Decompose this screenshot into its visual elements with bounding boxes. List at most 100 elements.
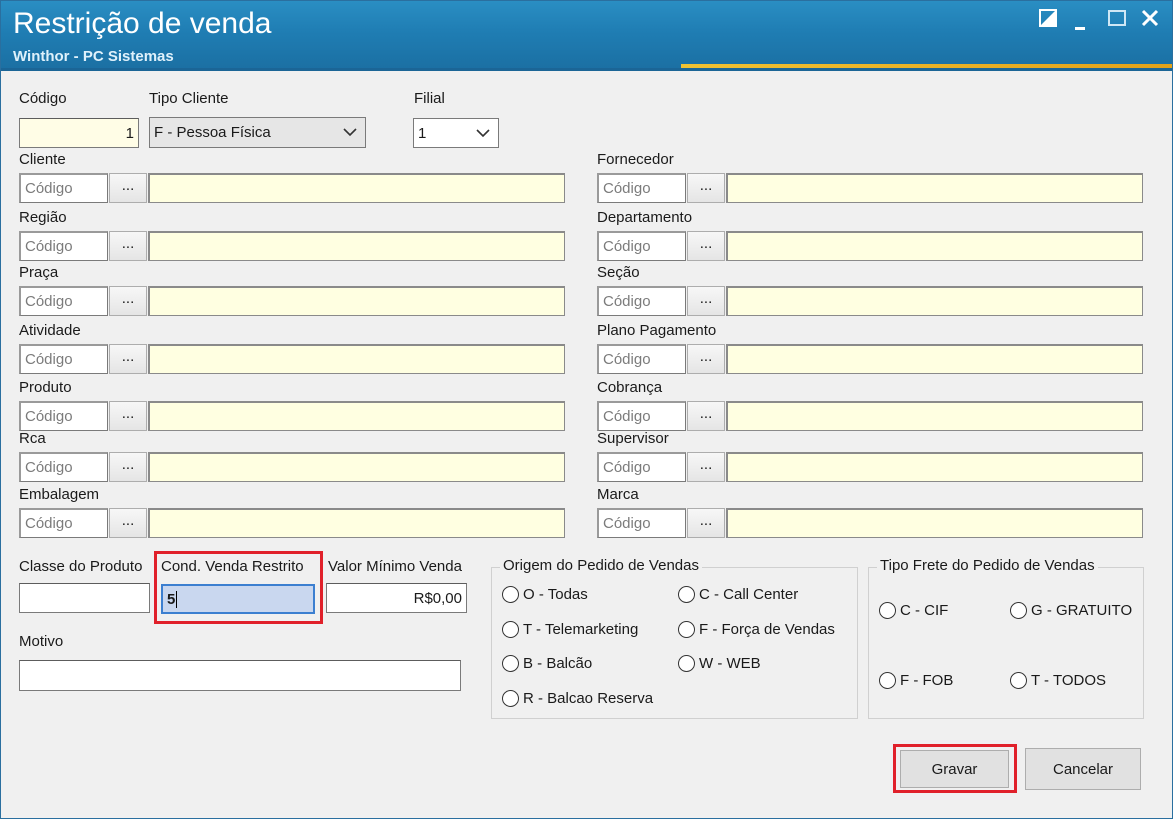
right-code-input-5[interactable]: Código [597, 452, 686, 482]
right-description-field-4 [726, 401, 1143, 431]
radio-circle-icon [1010, 672, 1027, 689]
motivo-input[interactable] [19, 660, 461, 691]
highlight-cond-venda [154, 551, 323, 624]
right-code-input-0[interactable]: Código [597, 173, 686, 203]
left-label-0: Cliente [19, 151, 66, 168]
frete-option-1[interactable]: G - GRATUITO [1010, 602, 1132, 619]
radio-circle-icon [502, 690, 519, 707]
right-lookup-button-1[interactable]: ... [687, 231, 725, 261]
left-code-input-4[interactable]: Código [19, 401, 108, 431]
origem-option-0[interactable]: O - Todas [502, 586, 588, 603]
right-description-field-0 [726, 173, 1143, 203]
window-subtitle: Winthor - PC Sistemas [13, 48, 174, 65]
right-code-input-4[interactable]: Código [597, 401, 686, 431]
tipo-cliente-label: Tipo Cliente [149, 90, 229, 107]
left-label-4: Produto [19, 379, 72, 396]
left-lookup-button-5[interactable]: ... [109, 452, 147, 482]
origem-option-5[interactable]: W - WEB [678, 655, 761, 672]
origem-title: Origem do Pedido de Vendas [500, 557, 702, 574]
filial-label: Filial [414, 90, 445, 107]
right-code-input-1[interactable]: Código [597, 231, 686, 261]
left-label-3: Atividade [19, 322, 81, 339]
minimize-icon[interactable] [1073, 9, 1097, 33]
frete-option-label: C - CIF [900, 602, 949, 619]
left-description-field-4 [148, 401, 565, 431]
left-lookup-button-6[interactable]: ... [109, 508, 147, 538]
left-lookup-button-1[interactable]: ... [109, 231, 147, 261]
radio-circle-icon [502, 655, 519, 672]
right-label-5: Supervisor [597, 430, 669, 447]
filial-select[interactable]: 1 [413, 118, 499, 148]
valor-minimo-input[interactable]: R$0,00 [326, 583, 467, 613]
codigo-label: Código [19, 90, 67, 107]
radio-circle-icon [502, 621, 519, 638]
title-bar: Restrição de venda Winthor - PC Sistemas [1, 1, 1172, 71]
highlight-gravar [893, 744, 1017, 793]
left-code-input-5[interactable]: Código [19, 452, 108, 482]
left-lookup-button-3[interactable]: ... [109, 344, 147, 374]
radio-circle-icon [502, 586, 519, 603]
left-label-1: Região [19, 209, 67, 226]
frete-option-label: G - GRATUITO [1031, 602, 1133, 619]
right-lookup-button-3[interactable]: ... [687, 344, 725, 374]
codigo-input[interactable]: 1 [19, 118, 139, 148]
left-description-field-1 [148, 231, 565, 261]
right-lookup-button-5[interactable]: ... [687, 452, 725, 482]
right-code-input-6[interactable]: Código [597, 508, 686, 538]
frete-option-label: T - TODOS [1031, 672, 1107, 689]
origem-option-2[interactable]: T - Telemarketing [502, 621, 638, 638]
classe-produto-input[interactable] [19, 583, 150, 613]
right-lookup-button-0[interactable]: ... [687, 173, 725, 203]
tipo-cliente-value: F - Pessoa Física [154, 124, 271, 141]
close-icon[interactable] [1141, 9, 1165, 33]
window-title: Restrição de venda [13, 7, 272, 40]
origem-option-4[interactable]: B - Balcão [502, 655, 592, 672]
left-code-input-0[interactable]: Código [19, 173, 108, 203]
origem-option-label: O - Todas [523, 586, 588, 603]
radio-circle-icon [678, 655, 695, 672]
right-label-2: Seção [597, 264, 640, 281]
radio-circle-icon [1010, 602, 1027, 619]
frete-option-label: F - FOB [900, 672, 954, 689]
valor-minimo-label: Valor Mínimo Venda [328, 558, 462, 575]
origem-option-label: W - WEB [699, 655, 761, 672]
frete-option-3[interactable]: T - TODOS [1010, 672, 1106, 689]
left-description-field-6 [148, 508, 565, 538]
origem-option-3[interactable]: F - Força de Vendas [678, 621, 835, 638]
origem-option-1[interactable]: C - Call Center [678, 586, 798, 603]
radio-circle-icon [879, 672, 896, 689]
right-lookup-button-2[interactable]: ... [687, 286, 725, 316]
left-code-input-2[interactable]: Código [19, 286, 108, 316]
right-label-3: Plano Pagamento [597, 322, 717, 339]
right-lookup-button-6[interactable]: ... [687, 508, 725, 538]
frete-option-0[interactable]: C - CIF [879, 602, 948, 619]
cancelar-button[interactable]: Cancelar [1025, 748, 1141, 790]
left-code-input-1[interactable]: Código [19, 231, 108, 261]
restore-style-icon[interactable] [1039, 9, 1063, 33]
left-code-input-6[interactable]: Código [19, 508, 108, 538]
origem-option-label: F - Força de Vendas [699, 621, 835, 638]
filial-value: 1 [418, 124, 427, 142]
left-description-field-3 [148, 344, 565, 374]
right-description-field-3 [726, 344, 1143, 374]
motivo-label: Motivo [19, 633, 64, 650]
right-label-6: Marca [597, 486, 639, 503]
left-lookup-button-2[interactable]: ... [109, 286, 147, 316]
radio-circle-icon [879, 602, 896, 619]
right-lookup-button-4[interactable]: ... [687, 401, 725, 431]
frete-title: Tipo Frete do Pedido de Vendas [877, 557, 1098, 574]
maximize-icon[interactable] [1107, 9, 1131, 33]
left-lookup-button-0[interactable]: ... [109, 173, 147, 203]
right-description-field-6 [726, 508, 1143, 538]
classe-produto-label: Classe do Produto [19, 558, 143, 575]
left-label-2: Praça [19, 264, 59, 281]
origem-option-6[interactable]: R - Balcao Reserva [502, 690, 653, 707]
frete-option-2[interactable]: F - FOB [879, 672, 953, 689]
chevron-down-icon [476, 129, 490, 138]
radio-circle-icon [678, 586, 695, 603]
tipo-cliente-select[interactable]: F - Pessoa Física [149, 117, 366, 148]
right-code-input-2[interactable]: Código [597, 286, 686, 316]
left-lookup-button-4[interactable]: ... [109, 401, 147, 431]
right-code-input-3[interactable]: Código [597, 344, 686, 374]
left-code-input-3[interactable]: Código [19, 344, 108, 374]
